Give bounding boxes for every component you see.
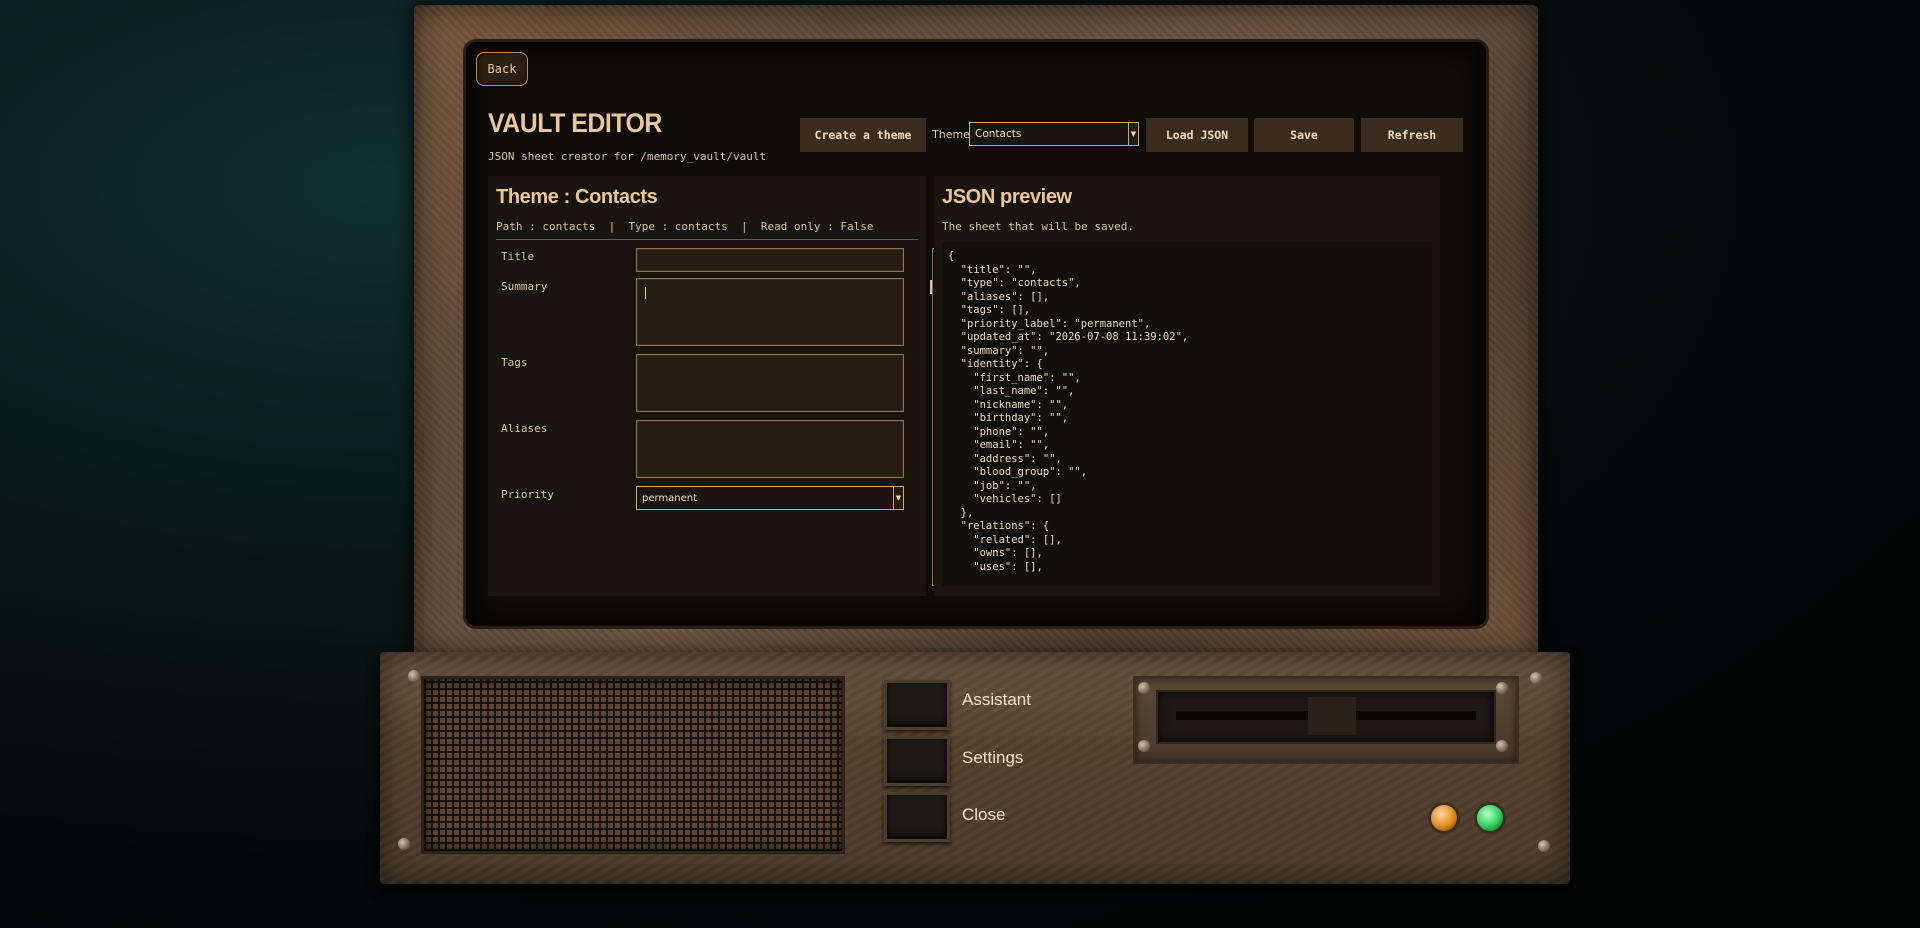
assistant-label[interactable]: Assistant xyxy=(962,690,1031,710)
screw-icon xyxy=(1138,682,1150,694)
screw-icon xyxy=(1496,682,1508,694)
screw-icon xyxy=(1496,740,1508,752)
load-json-button[interactable]: Load JSON xyxy=(1146,118,1248,152)
amber-led-indicator xyxy=(1428,802,1460,834)
theme-label: Theme xyxy=(932,128,970,141)
preview-title: JSON preview xyxy=(942,186,1072,208)
tags-label: Tags xyxy=(501,356,528,369)
theme-select[interactable]: Contacts ▼ xyxy=(969,122,1139,146)
screw-icon xyxy=(408,670,420,682)
app-subtitle: JSON sheet creator for /memory_vault/vau… xyxy=(488,150,767,163)
chevron-down-icon: ▼ xyxy=(893,487,903,509)
disk-slot-knob xyxy=(1308,697,1356,735)
close-label[interactable]: Close xyxy=(962,805,1005,825)
json-preview-box[interactable]: { "title": "", "type": "contacts", "alia… xyxy=(942,242,1432,586)
refresh-button[interactable]: Refresh xyxy=(1361,118,1463,152)
create-theme-button[interactable]: Create a theme xyxy=(800,118,926,152)
theme-meta: Path : contacts | Type : contacts | Read… xyxy=(496,220,874,233)
settings-label[interactable]: Settings xyxy=(962,748,1023,768)
summary-textarea[interactable] xyxy=(636,278,904,346)
screw-icon xyxy=(398,838,410,850)
priority-label: Priority xyxy=(501,488,554,501)
priority-select-value: permanent xyxy=(642,492,698,504)
assistant-hardware-button[interactable] xyxy=(884,680,950,730)
theme-select-value: Contacts xyxy=(975,128,1022,140)
text-caret xyxy=(645,287,646,299)
save-button[interactable]: Save xyxy=(1254,118,1354,152)
speaker-grille xyxy=(421,676,845,854)
priority-select[interactable]: permanent ▼ xyxy=(636,486,904,510)
screw-icon xyxy=(1530,672,1542,684)
summary-label: Summary xyxy=(501,280,548,293)
splitter-handle[interactable] xyxy=(930,280,932,294)
close-hardware-button[interactable] xyxy=(884,792,950,842)
editor-panel: Theme : Contacts Path : contacts | Type … xyxy=(488,176,940,596)
aliases-textarea[interactable] xyxy=(636,420,904,478)
form-area: Title Summary Tags Aliases Priority perm… xyxy=(496,240,924,590)
green-led-indicator xyxy=(1474,802,1506,834)
settings-hardware-button[interactable] xyxy=(884,736,950,786)
title-label: Title xyxy=(501,250,535,263)
json-preview-text: { "title": "", "type": "contacts", "alia… xyxy=(948,250,1189,573)
back-button[interactable]: Back xyxy=(476,52,528,86)
app-title: VAULT EDITOR xyxy=(488,108,662,138)
screw-icon xyxy=(1138,740,1150,752)
chevron-down-icon: ▼ xyxy=(1128,123,1138,145)
screw-icon xyxy=(1538,840,1550,852)
tags-textarea[interactable] xyxy=(636,354,904,412)
aliases-label: Aliases xyxy=(501,422,548,435)
editor-title: Theme : Contacts xyxy=(496,186,658,208)
preview-panel: JSON preview The sheet that will be save… xyxy=(934,176,1440,596)
screen: Back VAULT EDITOR JSON sheet creator for… xyxy=(466,42,1486,626)
preview-subtitle: The sheet that will be saved. xyxy=(942,220,1135,233)
title-input[interactable] xyxy=(636,248,904,272)
